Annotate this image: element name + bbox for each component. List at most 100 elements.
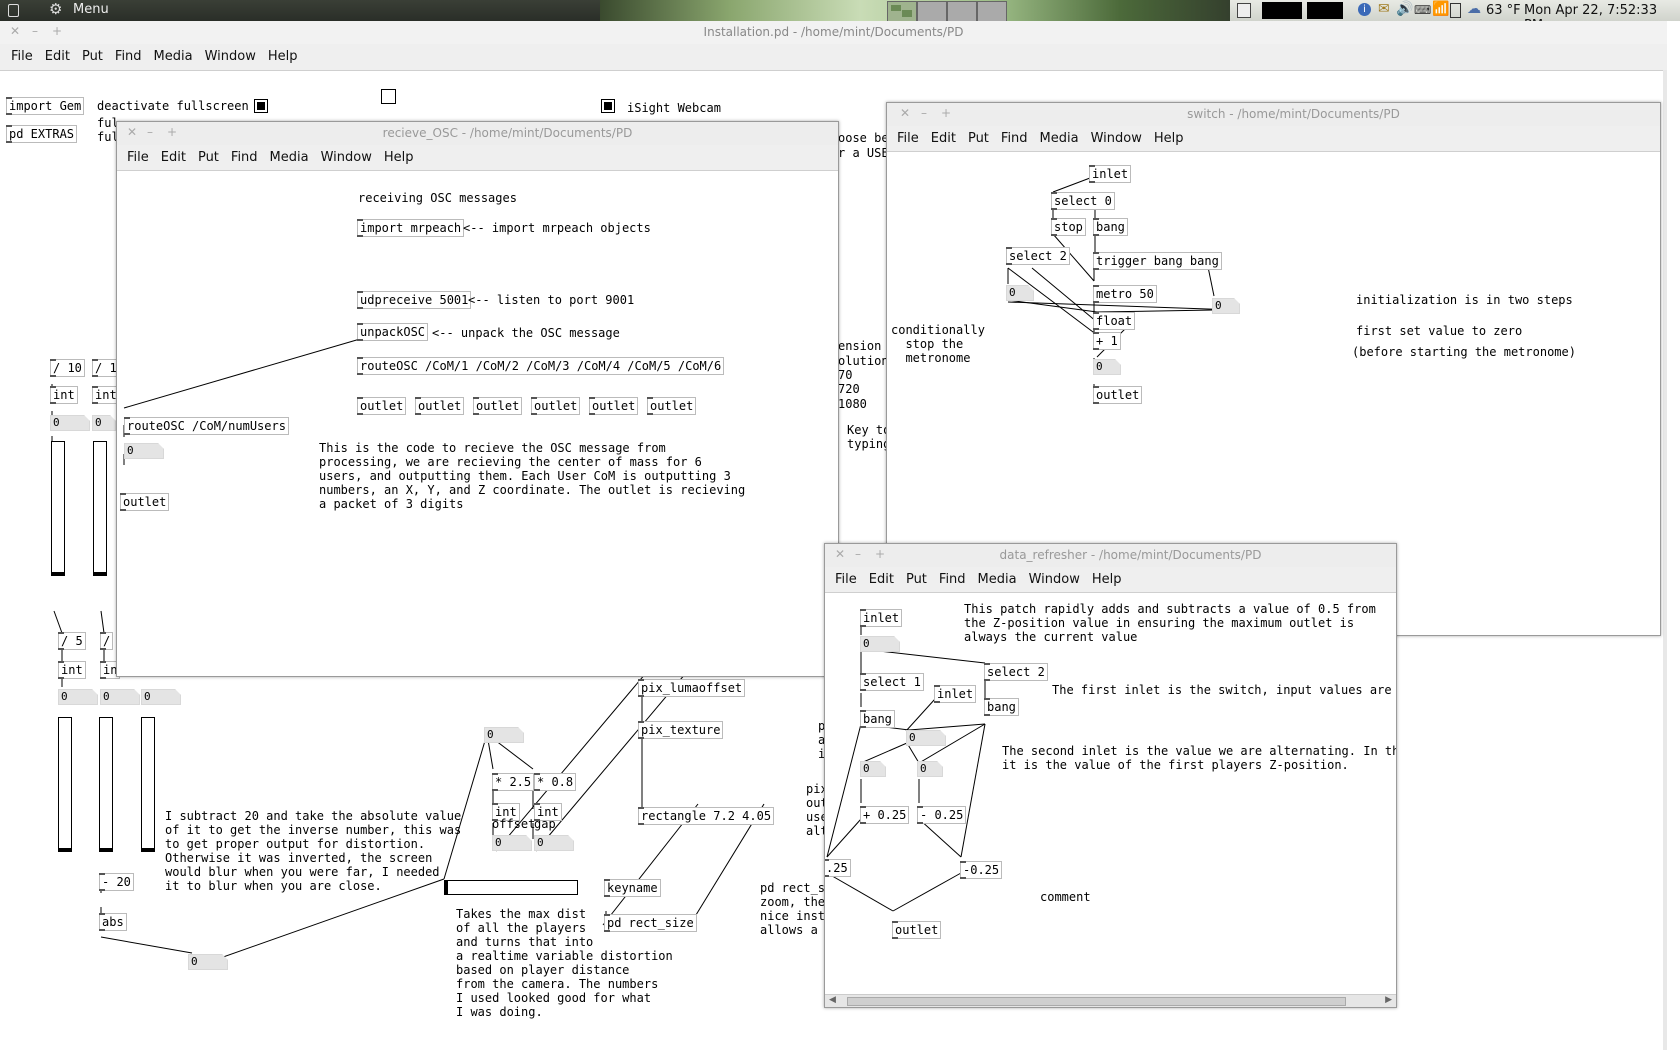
pix-lumaoffset-object[interactable]: pix_lumaoffset <box>638 679 746 697</box>
menu-window[interactable]: Window <box>1029 572 1080 587</box>
divide-10-object[interactable]: / 10 <box>50 359 85 377</box>
weather-temperature[interactable]: 63 °F <box>1486 3 1521 18</box>
menu-edit[interactable]: Edit <box>161 150 186 165</box>
switch-inlet-object[interactable]: inlet <box>1089 165 1132 183</box>
positive-0.25-message[interactable]: .25 <box>825 859 851 877</box>
menu-file[interactable]: File <box>835 572 857 587</box>
number-box[interactable]: 0 <box>188 954 228 970</box>
routeosc-numusers-object[interactable]: routeOSC /CoM/numUsers <box>124 417 289 435</box>
select-1-object[interactable]: select 1 <box>860 673 924 691</box>
unpackosc-object[interactable]: unpackOSC <box>357 323 429 341</box>
menu-find[interactable]: Find <box>115 49 142 64</box>
clipboard-icon[interactable] <box>1237 3 1251 18</box>
workspace-3[interactable] <box>947 1 977 22</box>
menu-put[interactable]: Put <box>82 49 103 64</box>
weather-cloud-icon[interactable]: ☁ <box>1467 1 1481 17</box>
plus-1-object[interactable]: + 1 <box>1093 332 1121 350</box>
menu-edit[interactable]: Edit <box>931 131 956 146</box>
routeosc-com-object[interactable]: routeOSC /CoM/1 /CoM/2 /CoM/3 /CoM/4 /Co… <box>357 357 725 375</box>
outlet-object-2[interactable]: outlet <box>415 397 465 415</box>
number-box[interactable]: 0 <box>92 415 116 431</box>
menu-file[interactable]: File <box>11 49 33 64</box>
keyboard-icon[interactable]: ⌨ <box>1414 3 1431 17</box>
vertical-slider[interactable] <box>99 717 113 852</box>
info-icon[interactable]: i <box>1358 3 1371 16</box>
menu-media[interactable]: Media <box>978 572 1017 587</box>
outlet-object-4[interactable]: outlet <box>531 397 581 415</box>
menu-find[interactable]: Find <box>231 150 258 165</box>
number-box[interactable]: 0 <box>50 415 90 431</box>
recieve-osc-titlebar[interactable]: ✕ – + recieve_OSC - /home/mint/Documents… <box>117 122 838 146</box>
negative-0.25-message[interactable]: -0.25 <box>960 861 1003 879</box>
menu-gear-icon[interactable]: ⚙ <box>49 0 62 18</box>
import-gem-object[interactable]: import Gem <box>6 97 85 115</box>
menu-put[interactable]: Put <box>968 131 989 146</box>
menu-media[interactable]: Media <box>1040 131 1079 146</box>
isight-toggle[interactable] <box>601 99 615 113</box>
divide-5-object[interactable]: / 5 <box>58 632 86 650</box>
menu-media[interactable]: Media <box>270 150 309 165</box>
horizontal-scrollbar[interactable]: ◀ ▶ <box>825 994 1396 1007</box>
refresher-outlet-object[interactable]: outlet <box>892 921 942 939</box>
scrollbar-thumb[interactable] <box>847 997 1346 1006</box>
outlet-object-1[interactable]: outlet <box>357 397 407 415</box>
bang-toggle[interactable] <box>381 89 396 104</box>
metro-50-object[interactable]: metro 50 <box>1093 285 1157 303</box>
number-box[interactable]: 0 <box>484 727 524 743</box>
int-object-1[interactable]: int <box>50 386 78 404</box>
number-box[interactable]: 0 <box>906 730 946 746</box>
menu-window[interactable]: Window <box>1091 131 1142 146</box>
divide-object[interactable]: / <box>100 632 114 650</box>
recieve-osc-canvas[interactable]: receiving OSC messages import mrpeach <-… <box>117 171 838 676</box>
number-box[interactable]: 0 <box>1093 359 1121 375</box>
menu-file[interactable]: File <box>897 131 919 146</box>
workspace-2[interactable] <box>917 1 947 22</box>
net-monitor[interactable] <box>1307 2 1343 19</box>
keyname-object[interactable]: keyname <box>604 879 661 897</box>
import-mrpeach-object[interactable]: import mrpeach <box>357 219 465 237</box>
mail-icon[interactable]: ✉ <box>1378 1 1390 17</box>
menu-put[interactable]: Put <box>198 150 219 165</box>
menu-help[interactable]: Help <box>1092 572 1122 587</box>
number-box[interactable]: 0 <box>492 835 532 851</box>
stop-message[interactable]: stop <box>1051 218 1086 236</box>
menu-window[interactable]: Window <box>205 49 256 64</box>
minus-20-object[interactable]: - 20 <box>99 873 134 891</box>
outlet-object-5[interactable]: outlet <box>589 397 639 415</box>
workspace-4[interactable] <box>977 1 1007 22</box>
menu-edit[interactable]: Edit <box>869 572 894 587</box>
udpreceive-object[interactable]: udpreceive 5001 <box>357 291 472 309</box>
volume-icon[interactable]: 🔊 <box>1396 1 1413 17</box>
horizontal-slider[interactable] <box>444 880 578 895</box>
menu-help[interactable]: Help <box>1154 131 1184 146</box>
menu-edit[interactable]: Edit <box>45 49 70 64</box>
bang-message[interactable]: bang <box>1093 218 1128 236</box>
multiply-0.8-object[interactable]: * 0.8 <box>534 773 577 791</box>
number-box[interactable]: 0 <box>534 835 574 851</box>
outlet-object-3[interactable]: outlet <box>473 397 523 415</box>
switch-titlebar[interactable]: ✕ – + switch - /home/mint/Documents/PD <box>887 103 1660 127</box>
plus-0.25-object[interactable]: + 0.25 <box>860 806 910 824</box>
vertical-slider[interactable] <box>141 717 155 852</box>
vertical-slider[interactable] <box>93 441 107 576</box>
battery-icon[interactable] <box>1450 3 1461 18</box>
installation-titlebar[interactable]: ✕ – + Installation.pd - /home/mint/Docum… <box>0 21 1667 45</box>
scroll-right-arrow-icon[interactable]: ▶ <box>1385 995 1392 1005</box>
trigger-bang-bang-object[interactable]: trigger bang bang <box>1093 252 1222 270</box>
bang-message-1[interactable]: bang <box>860 710 895 728</box>
number-box[interactable]: 0 <box>58 689 98 705</box>
menu-find[interactable]: Find <box>939 572 966 587</box>
rectangle-object[interactable]: rectangle 7.2 4.05 <box>638 807 775 825</box>
menu-help[interactable]: Help <box>268 49 298 64</box>
number-box[interactable]: 0 <box>141 689 181 705</box>
bang-message-2[interactable]: bang <box>984 698 1019 716</box>
fullscreen-toggle[interactable] <box>254 99 268 113</box>
menu-media[interactable]: Media <box>154 49 193 64</box>
number-box[interactable]: 0 <box>100 689 140 705</box>
menu-button[interactable]: Menu <box>73 2 109 17</box>
number-box[interactable]: 0 <box>1212 298 1240 314</box>
menu-help[interactable]: Help <box>384 150 414 165</box>
panel-app-icon[interactable] <box>8 4 19 17</box>
select-2-object[interactable]: select 2 <box>984 663 1048 681</box>
menu-put[interactable]: Put <box>906 572 927 587</box>
